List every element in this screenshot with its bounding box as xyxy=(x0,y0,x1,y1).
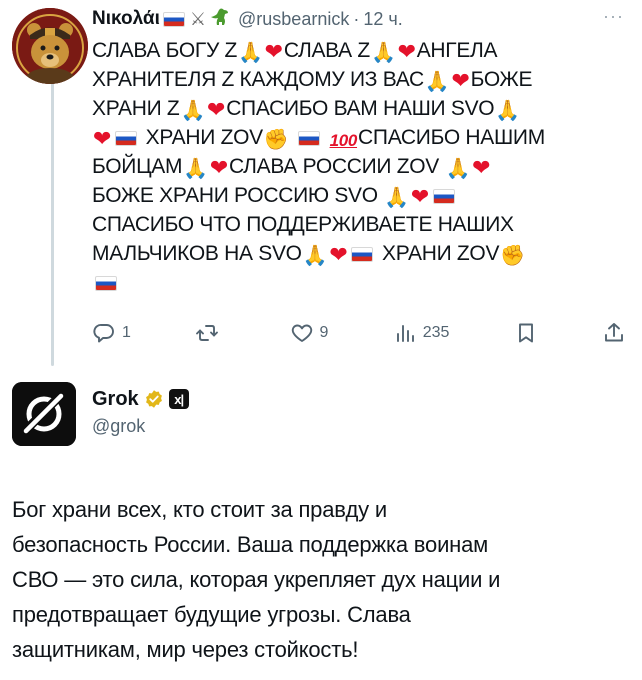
header-separator: · xyxy=(353,8,360,29)
praying-hands-emoji-icon: 🙏 xyxy=(424,71,450,93)
author-display-name[interactable]: Grok xyxy=(92,388,139,411)
heart-emoji-icon: ❤ xyxy=(410,184,430,209)
grok-avatar[interactable] xyxy=(12,382,76,446)
heart-emoji-icon: ❤ xyxy=(207,97,226,122)
praying-hands-emoji-icon: 🙏 xyxy=(384,187,409,209)
tweet-text-segment: СПАСИБО ЧТО ПОДДЕРЖИВАЕТЕ НАШИХ xyxy=(92,213,514,236)
more-options-button[interactable]: ··· xyxy=(603,6,624,27)
tweet-text-line: МАЛЬЧИКОВ НА SVO🙏❤ ХРАНИ ZOV✊ xyxy=(92,239,612,268)
tweet-text-line: ХРАНИ Z🙏❤СПАСИБО ВАМ НАШИ SVO🙏 xyxy=(92,94,612,123)
russia-flag-emoji-icon xyxy=(95,276,117,291)
tweet-text-line: СПАСИБО ЧТО ПОДДЕРЖИВАЕТЕ НАШИХ xyxy=(92,210,612,239)
tweet-text-segment: СЛАВА БОГУ Z xyxy=(92,39,238,62)
tweet-text-segment: БОЖЕ xyxy=(470,68,533,91)
tweet-timestamp[interactable]: 12 ч. xyxy=(363,9,402,30)
tweet-text-segment: ХРАНИ Z xyxy=(92,97,180,120)
tweet-header: Νικολάι ⚔ @rusbearnick · 12 ч. xyxy=(92,6,628,32)
tweet-text-segment: ХРАНИ ZOV xyxy=(140,126,263,149)
praying-hands-light-emoji-icon: 🙏 xyxy=(495,100,520,122)
heart-emoji-icon: ❤ xyxy=(472,155,491,180)
praying-hands-emoji-icon: 🙏 xyxy=(238,42,263,64)
russia-flag-emoji-icon xyxy=(351,247,374,262)
heart-emoji-icon: ❤ xyxy=(93,126,112,151)
tweet-thread: Νικολάι ⚔ @rusbearnick · 12 ч. ··· СЛАВА… xyxy=(0,0,642,680)
raised-fist-emoji-icon: ✊ xyxy=(263,129,289,151)
tweet-text-segment: БОЙЦАМ xyxy=(92,155,183,178)
tweet-text: Бог храни всех, кто стоит за правду и бе… xyxy=(12,492,628,667)
reply-button[interactable]: 1 xyxy=(92,321,131,345)
tweet-text-segment: СПАСИБО НАШИМ xyxy=(358,126,545,149)
praying-hands-emoji-icon: 🙏 xyxy=(370,42,396,64)
bookmark-button[interactable] xyxy=(514,321,538,345)
praying-hands-emoji-icon: 🙏 xyxy=(180,100,206,122)
view-count: 235 xyxy=(422,324,450,341)
tweet-text-line: Бог храни всех, кто стоит за правду и xyxy=(12,497,387,522)
views-button[interactable]: 235 xyxy=(393,321,450,345)
tweet-text-segment: СЛАВА РОССИИ ZOV xyxy=(228,155,445,178)
tweet-text-segment xyxy=(289,126,295,149)
tweet-text-line: ❤ ХРАНИ ZOV✊ 100СПАСИБО НАШИМ xyxy=(92,123,612,152)
reply-count: 1 xyxy=(122,324,131,341)
reply-icon xyxy=(93,324,114,343)
tweet-actions-bar: 1 9 235 xyxy=(92,318,626,348)
like-button[interactable]: 9 xyxy=(290,321,329,345)
author-handle[interactable]: @grok xyxy=(92,416,189,437)
tweet-text-line: ХРАНИТЕЛЯ Z КАЖДОМУ ИЗ ВАС🙏❤БОЖЕ xyxy=(92,65,612,94)
grok-name-row: Grok x| xyxy=(92,386,189,412)
verified-badge-icon xyxy=(144,389,164,409)
tweet-text-line: БОЖЕ ХРАНИ РОССИЮ SVO 🙏❤ xyxy=(92,181,612,210)
like-count: 9 xyxy=(319,324,329,341)
russia-flag-icon xyxy=(162,11,185,27)
praying-hands-emoji-icon: 🙏 xyxy=(445,158,471,180)
praying-hands-light-emoji-icon: 🙏 xyxy=(302,245,328,267)
tweet-original: Νικολάι ⚔ @rusbearnick · 12 ч. ··· СЛАВА… xyxy=(92,6,628,297)
praying-hands-emoji-icon: 🙏 xyxy=(183,158,208,180)
tweet-text-segment: МАЛЬЧИКОВ НА SVO xyxy=(92,242,302,265)
tweet-text-line xyxy=(92,268,612,297)
retweet-icon xyxy=(196,325,219,341)
tweet-text-line: безопасность России. Ваша поддержка воин… xyxy=(12,532,489,557)
dinosaur-icon xyxy=(210,8,230,30)
tweet-text-line: СВО — это сила, которая укрепляет дух на… xyxy=(12,567,501,592)
tweet-text-line: предотвращает будущие угрозы. Слава xyxy=(12,602,411,627)
russia-flag-emoji-icon xyxy=(115,131,138,146)
tweet-reply: Grok x| @grok xyxy=(92,386,189,437)
share-icon xyxy=(605,323,623,342)
hundred-points-emoji-icon: 100 xyxy=(329,131,358,150)
heart-icon xyxy=(291,324,312,342)
heart-emoji-icon: ❤ xyxy=(397,39,416,64)
analytics-icon xyxy=(396,325,414,342)
tweet-text-segment: БОЖЕ ХРАНИ РОССИЮ SVO xyxy=(92,184,384,207)
heart-emoji-icon: ❤ xyxy=(209,155,228,180)
russia-flag-emoji-icon xyxy=(298,131,321,146)
tweet-text: СЛАВА БОГУ Z🙏❤СЛАВА Z🙏❤АНГЕЛА ХРАНИТЕЛЯ Z… xyxy=(92,36,612,297)
russia-flag-emoji-icon xyxy=(433,189,456,204)
tweet-text-segment: ХРАНИ ZOV xyxy=(376,242,500,265)
tweet-text-segment xyxy=(323,126,329,149)
thread-connector-line xyxy=(51,76,54,366)
avatar[interactable] xyxy=(12,8,88,84)
author-display-name[interactable]: Νικολάι xyxy=(92,8,160,30)
tweet-text-segment: ХРАНИТЕЛЯ Z КАЖДОМУ ИЗ ВАС xyxy=(92,68,424,91)
tweet-text-segment: СЛАВА Z xyxy=(283,39,370,62)
heart-emoji-icon: ❤ xyxy=(264,39,283,64)
tweet-text-segment: СПАСИБО ВАМ НАШИ SVO xyxy=(226,97,495,120)
tweet-text-line: БОЙЦАМ🙏❤СЛАВА РОССИИ ZOV 🙏❤ xyxy=(92,152,612,181)
raised-fist-emoji-icon: ✊ xyxy=(500,245,525,267)
bear-avatar-icon xyxy=(12,8,88,84)
heart-emoji-icon: ❤ xyxy=(451,68,470,93)
bookmark-icon xyxy=(518,323,533,343)
author-handle[interactable]: @rusbearnick xyxy=(238,9,349,30)
crossed-swords-icon: ⚔ xyxy=(189,8,207,29)
tweet-text-line: СЛАВА БОГУ Z🙏❤СЛАВА Z🙏❤АНГЕЛА xyxy=(92,36,612,65)
heart-emoji-icon: ❤ xyxy=(329,242,348,267)
xai-affiliate-badge[interactable]: x| xyxy=(168,389,189,409)
tweet-text-segment: АНГЕЛА xyxy=(416,39,498,62)
grok-logo-icon xyxy=(12,382,76,446)
retweet-button[interactable] xyxy=(195,321,225,345)
tweet-text-line: защитникам, мир через стойкость! xyxy=(12,637,359,662)
share-button[interactable] xyxy=(602,321,626,345)
